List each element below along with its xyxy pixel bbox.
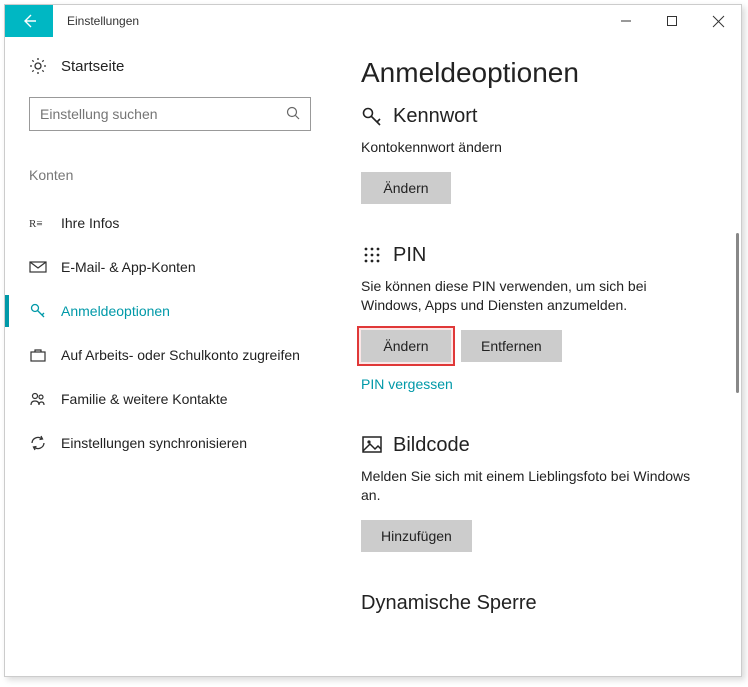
briefcase-icon [29,346,47,364]
search-input[interactable] [40,106,286,122]
sidebar: Startseite Konten R≡ Ihre Infos E-Mai [5,37,335,676]
sidebar-item-sync[interactable]: Einstellungen synchronisieren [29,421,311,465]
key-icon [361,106,383,128]
picture-icon [361,434,383,456]
password-section: Kennwort Kontokennwort ändern Ändern [361,105,711,204]
close-button[interactable] [695,5,741,37]
page-title: Anmeldeoptionen [361,57,711,89]
search-icon [286,106,300,123]
window-controls [603,5,741,37]
home-label: Startseite [61,58,124,75]
sidebar-item-sign-in-options[interactable]: Anmeldeoptionen [29,289,311,333]
password-title: Kennwort [393,105,478,128]
maximize-button[interactable] [649,5,695,37]
nav-label: Familie & weitere Kontakte [61,391,228,407]
pin-pad-icon [361,244,383,266]
sidebar-item-work-school[interactable]: Auf Arbeits- oder Schulkonto zugreifen [29,333,311,377]
pin-forgot-link[interactable]: PIN vergessen [361,376,453,392]
picture-desc: Melden Sie sich mit einem Lieblingsfoto … [361,467,711,506]
people-icon [29,390,47,408]
nav-label: Auf Arbeits- oder Schulkonto zugreifen [61,347,300,363]
pin-title: PIN [393,244,426,267]
nav-label: Einstellungen synchronisieren [61,435,247,451]
dynamic-lock-title: Dynamische Sperre [361,592,537,615]
sync-icon [29,434,47,452]
sidebar-item-family[interactable]: Familie & weitere Kontakte [29,377,311,421]
gear-icon [29,57,47,75]
main-panel: Anmeldeoptionen Kennwort Kontokennwort ä… [335,37,741,676]
window-title: Einstellungen [53,5,153,37]
pin-remove-button[interactable]: Entfernen [461,330,562,362]
picture-add-button[interactable]: Hinzufügen [361,520,472,552]
key-icon [29,302,47,320]
section-header: Konten [29,167,311,183]
sidebar-item-your-info[interactable]: R≡ Ihre Infos [29,201,311,245]
home-link[interactable]: Startseite [29,57,311,75]
pin-section: PIN Sie können diese PIN verwenden, um s… [361,244,711,394]
scrollbar[interactable] [736,233,739,393]
picture-password-section: Bildcode Melden Sie sich mit einem Liebl… [361,434,711,552]
password-change-button[interactable]: Ändern [361,172,451,204]
minimize-button[interactable] [603,5,649,37]
back-button[interactable] [5,5,53,37]
password-desc: Kontokennwort ändern [361,138,711,158]
pin-change-button[interactable]: Ändern [361,330,451,362]
nav-label: Anmeldeoptionen [61,303,170,319]
nav-label: Ihre Infos [61,215,119,231]
titlebar: Einstellungen [5,5,741,37]
dynamic-lock-section: Dynamische Sperre [361,592,711,615]
sidebar-item-email[interactable]: E-Mail- & App-Konten [29,245,311,289]
settings-window: Einstellungen Startseite [4,4,742,677]
pin-desc: Sie können diese PIN verwenden, um sich … [361,277,711,316]
mail-icon [29,258,47,276]
nav-label: E-Mail- & App-Konten [61,259,196,275]
person-icon: R≡ [29,214,47,232]
svg-text:R≡: R≡ [29,218,43,230]
picture-title: Bildcode [393,434,470,457]
search-box[interactable] [29,97,311,131]
